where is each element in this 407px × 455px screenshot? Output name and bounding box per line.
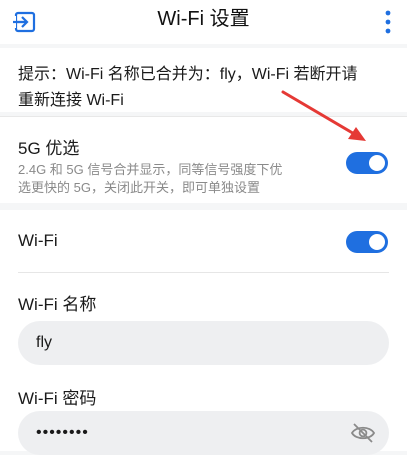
wifi-name-field[interactable] bbox=[18, 321, 389, 365]
wifi-password-input[interactable] bbox=[36, 411, 336, 455]
app-header: Wi-Fi 设置 bbox=[0, 0, 407, 44]
wifi-name-input[interactable] bbox=[36, 321, 336, 365]
band-5g-desc-line-2: 选更快的 5G，关闭此开关，即可单独设置 bbox=[18, 180, 260, 195]
band-5g-desc-line-1: 2.4G 和 5G 信号合并显示，同等信号强度下优 bbox=[18, 162, 283, 177]
band-5g-description: 2.4G 和 5G 信号合并显示，同等信号强度下优 选更快的 5G，关闭此开关，… bbox=[18, 161, 328, 197]
wifi-name-label: Wi-Fi 名称 bbox=[18, 295, 97, 314]
wifi-password-label: Wi-Fi 密码 bbox=[18, 389, 97, 408]
tip-line-2: 重新连接 Wi-Fi bbox=[18, 92, 124, 109]
wifi-password-field[interactable] bbox=[18, 411, 389, 455]
band-5g-toggle[interactable] bbox=[346, 152, 388, 174]
page-title: Wi-Fi 设置 bbox=[157, 8, 250, 30]
merge-tip-text: 提示：Wi-Fi 名称已合并为：fly，Wi-Fi 若断开请 重新连接 Wi-F… bbox=[18, 62, 398, 114]
band-5g-card: 5G 优选 2.4G 和 5G 信号合并显示，同等信号强度下优 选更快的 5G，… bbox=[0, 116, 407, 203]
more-button[interactable] bbox=[383, 8, 393, 36]
more-vertical-icon bbox=[385, 10, 391, 34]
password-visibility-button[interactable] bbox=[350, 422, 376, 444]
tip-line-1: 提示：Wi-Fi 名称已合并为：fly，Wi-Fi 若断开请 bbox=[18, 66, 358, 83]
toggle-knob bbox=[369, 234, 385, 250]
divider bbox=[18, 272, 389, 273]
merge-tip-card: 提示：Wi-Fi 名称已合并为：fly，Wi-Fi 若断开请 重新连接 Wi-F… bbox=[0, 48, 407, 112]
band-5g-title: 5G 优选 bbox=[18, 139, 80, 158]
toggle-knob bbox=[369, 155, 385, 171]
wifi-toggle[interactable] bbox=[346, 231, 388, 253]
wifi-label: Wi-Fi bbox=[18, 231, 58, 250]
eye-off-icon bbox=[350, 423, 376, 443]
wifi-settings-card: Wi-Fi Wi-Fi 名称 Wi-Fi 密码 bbox=[0, 210, 407, 455]
